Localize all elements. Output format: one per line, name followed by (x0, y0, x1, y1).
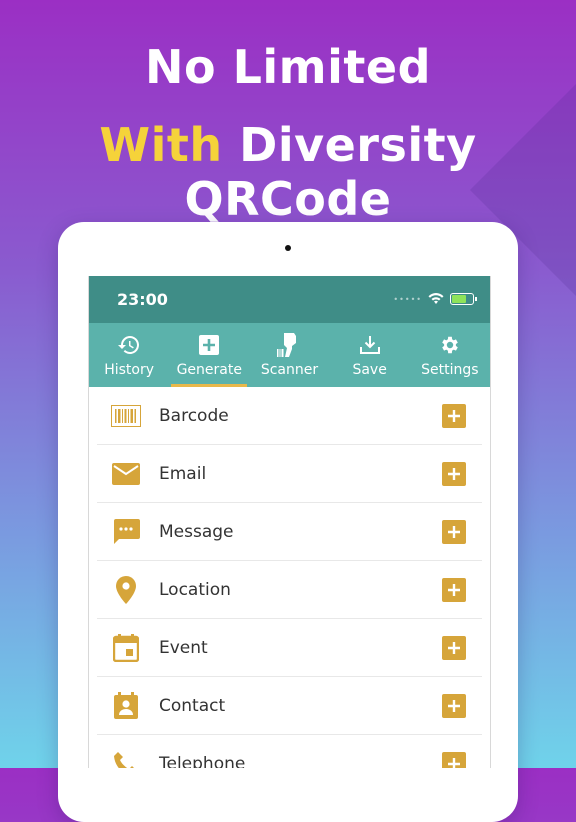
plus-icon (448, 409, 460, 422)
plus-icon (448, 641, 460, 654)
list-item-label: Message (159, 521, 234, 542)
status-time: 23:00 (117, 290, 168, 309)
location-pin-icon (116, 575, 136, 604)
list-item-event[interactable]: Event (97, 619, 482, 677)
history-icon (118, 336, 140, 354)
add-barcode-button[interactable] (442, 403, 466, 428)
headline-rest: Diversity QRCode (184, 118, 477, 226)
list-item-label: Email (159, 463, 207, 484)
tab-save[interactable]: Save (330, 323, 410, 387)
tab-history[interactable]: History (89, 323, 169, 387)
tab-bar: History Generate Scanner Save Settings (89, 323, 490, 387)
gear-icon (442, 336, 458, 354)
calendar-icon (113, 633, 139, 662)
signal-dots: ••••• (393, 294, 422, 304)
list-item-location[interactable]: Location (97, 561, 482, 619)
plus-icon (448, 525, 460, 538)
headline-line-2: With Diversity QRCode (0, 118, 576, 226)
battery-icon (450, 293, 477, 305)
tab-label-settings: Settings (421, 362, 479, 378)
add-telephone-button[interactable] (442, 751, 466, 768)
list-item-barcode[interactable]: Barcode (97, 387, 482, 445)
tab-settings[interactable]: Settings (410, 323, 490, 387)
scanner-icon (277, 333, 297, 357)
app-screen: 23:00 ••••• History Generate Scanner Sav… (88, 276, 491, 768)
barcode-icon (111, 404, 141, 427)
list-item-label: Event (159, 637, 208, 658)
camera-dot (285, 245, 291, 251)
tab-generate[interactable]: Generate (169, 323, 249, 387)
add-event-button[interactable] (442, 635, 466, 660)
list-item-telephone[interactable]: Telephone (97, 735, 482, 768)
wifi-icon (428, 293, 444, 304)
generate-list: Barcode Email Message Location Event Con… (89, 387, 490, 768)
headline-highlight: With (99, 118, 223, 172)
plus-box-icon (199, 335, 220, 355)
list-item-label: Barcode (159, 405, 229, 426)
list-item-contact[interactable]: Contact (97, 677, 482, 735)
plus-icon (448, 757, 460, 768)
list-item-message[interactable]: Message (97, 503, 482, 561)
tab-label-generate: Generate (176, 362, 242, 378)
phone-icon (114, 751, 135, 768)
email-icon (112, 462, 140, 485)
headline-line-1: No Limited (144, 40, 431, 94)
list-item-label: Contact (159, 695, 226, 716)
tab-scanner[interactable]: Scanner (249, 323, 329, 387)
add-contact-button[interactable] (442, 693, 466, 718)
contact-card-icon (114, 691, 138, 719)
message-icon (114, 518, 140, 544)
list-item-email[interactable]: Email (97, 445, 482, 503)
plus-icon (448, 699, 460, 712)
add-email-button[interactable] (442, 461, 466, 486)
status-icons: ••••• (393, 293, 477, 305)
list-item-label: Location (159, 579, 231, 600)
add-location-button[interactable] (442, 577, 466, 602)
list-item-label: Telephone (159, 753, 246, 769)
tab-label-history: History (104, 362, 154, 378)
add-message-button[interactable] (442, 519, 466, 544)
download-icon (359, 336, 380, 354)
plus-icon (448, 467, 460, 480)
plus-icon (448, 583, 460, 596)
tab-label-scanner: Scanner (260, 362, 319, 378)
status-bar: 23:00 ••••• (89, 276, 490, 323)
tab-label-save: Save (352, 362, 387, 378)
